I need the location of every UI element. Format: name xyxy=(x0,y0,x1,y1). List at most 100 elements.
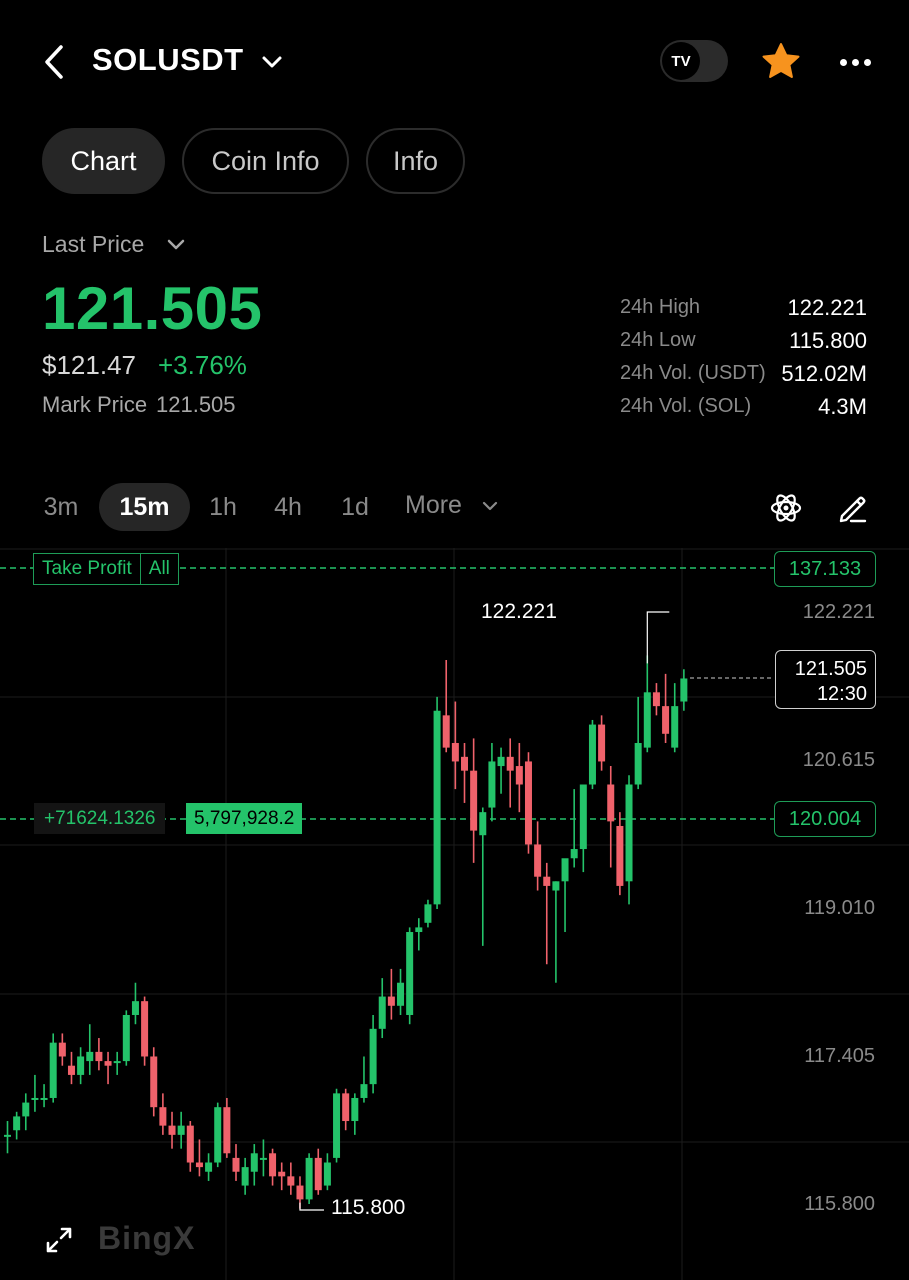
candle xyxy=(95,1051,103,1062)
candle xyxy=(634,743,642,785)
current-price-tag: 121.505 12:30 xyxy=(775,650,876,709)
candle xyxy=(177,1125,185,1135)
more-intervals-button[interactable]: More xyxy=(405,491,462,520)
take-profit-price-tag: 137.133 xyxy=(774,551,876,587)
candle xyxy=(552,881,560,891)
more-horizontal-icon xyxy=(839,58,847,66)
candle xyxy=(250,1153,258,1172)
candle xyxy=(223,1107,231,1154)
indicators-button[interactable] xyxy=(764,486,808,530)
candle xyxy=(86,1051,94,1062)
interval-15m[interactable]: 15m xyxy=(99,483,190,531)
candle xyxy=(333,1093,341,1158)
candle xyxy=(524,761,532,845)
interval-1h[interactable]: 1h xyxy=(200,483,246,531)
last-price-selector[interactable]: Last Price xyxy=(42,231,144,258)
candle xyxy=(67,1065,75,1075)
candle xyxy=(451,743,459,762)
candle-countdown: 12:30 xyxy=(816,683,867,705)
interval-4h[interactable]: 4h xyxy=(265,483,311,531)
chevron-down-icon xyxy=(262,56,282,68)
y-axis-tick: 119.010 xyxy=(804,897,875,919)
candle xyxy=(607,784,615,822)
pair-title[interactable]: SOLUSDT xyxy=(92,42,244,78)
tab-coin-info[interactable]: Coin Info xyxy=(182,128,349,194)
chevron-down-icon[interactable] xyxy=(165,233,187,255)
candle xyxy=(104,1061,112,1066)
interval-1d[interactable]: 1d xyxy=(332,483,378,531)
candle xyxy=(269,1153,277,1177)
pair-dropdown-button[interactable] xyxy=(258,48,286,76)
stat-high-label: 24h High xyxy=(620,296,701,318)
candle xyxy=(643,692,651,748)
draw-tool-button[interactable] xyxy=(830,486,874,530)
top-bar: SOLUSDT TV xyxy=(0,0,909,120)
candle xyxy=(360,1084,368,1098)
candle xyxy=(342,1093,350,1122)
candle xyxy=(479,812,487,836)
atom-indicator-icon xyxy=(770,494,802,522)
candle xyxy=(652,692,660,707)
expand-icon xyxy=(46,1227,72,1253)
low-marker-line xyxy=(299,1202,324,1211)
mark-price-value: 121.505 xyxy=(156,392,236,417)
candle xyxy=(22,1102,30,1117)
stat-low-value: 115.800 xyxy=(789,328,867,353)
candle xyxy=(442,715,450,748)
stat-high-value: 122.221 xyxy=(787,295,867,320)
take-profit-tag[interactable]: Take Profit All xyxy=(33,553,179,585)
tab-chart[interactable]: Chart xyxy=(42,128,165,194)
y-axis-tick: 120.615 xyxy=(802,749,875,771)
candle xyxy=(241,1167,249,1186)
candle xyxy=(351,1097,359,1122)
candle xyxy=(31,1097,39,1100)
candle xyxy=(506,756,514,771)
candle xyxy=(470,770,478,831)
position-quantity[interactable]: 5,797,928.2 xyxy=(186,803,303,834)
more-options-button[interactable] xyxy=(834,42,876,82)
star-icon xyxy=(762,43,800,78)
tab-info[interactable]: Info xyxy=(366,128,465,194)
candle xyxy=(488,761,496,808)
candle xyxy=(497,756,505,767)
candle xyxy=(150,1056,158,1108)
candle xyxy=(378,996,386,1029)
candle xyxy=(305,1157,313,1200)
take-profit-label: Take Profit xyxy=(42,558,132,579)
price-chart[interactable] xyxy=(0,548,909,1280)
tradingview-toggle[interactable]: TV xyxy=(660,40,728,82)
candle xyxy=(205,1162,213,1172)
low-marker-label: 115.800 xyxy=(331,1196,406,1219)
candle xyxy=(77,1056,85,1075)
interval-3m[interactable]: 3m xyxy=(36,483,86,531)
candle xyxy=(13,1116,21,1131)
chevron-down-icon[interactable] xyxy=(480,496,500,516)
candle xyxy=(515,766,523,785)
take-profit-all[interactable]: All xyxy=(139,554,178,584)
favorite-button[interactable] xyxy=(759,40,803,82)
entry-price-tag: 120.004 xyxy=(774,801,876,837)
candle xyxy=(186,1125,194,1163)
candlestick-chart[interactable] xyxy=(0,548,909,1280)
candle xyxy=(323,1162,331,1186)
candle xyxy=(579,784,587,850)
back-button[interactable] xyxy=(34,40,74,84)
candle xyxy=(287,1176,295,1186)
candle xyxy=(49,1042,57,1098)
candle xyxy=(296,1185,304,1200)
stat-vol-usdt-value: 512.02M xyxy=(781,361,867,386)
fullscreen-button[interactable] xyxy=(42,1223,76,1257)
candle xyxy=(387,996,395,1006)
candle xyxy=(214,1107,222,1163)
candle xyxy=(131,1001,139,1015)
candle xyxy=(195,1162,203,1168)
candle xyxy=(680,678,688,702)
candle xyxy=(278,1171,286,1177)
candle xyxy=(314,1157,322,1191)
tradingview-icon: TV xyxy=(662,42,700,80)
stat-vol-sol-label: 24h Vol. (SOL) xyxy=(620,395,752,417)
y-axis-tick: 122.221 xyxy=(802,601,875,623)
position-pnl: +71624.1326 xyxy=(34,803,166,834)
candle xyxy=(424,904,432,923)
current-price-value: 121.505 xyxy=(794,658,867,680)
